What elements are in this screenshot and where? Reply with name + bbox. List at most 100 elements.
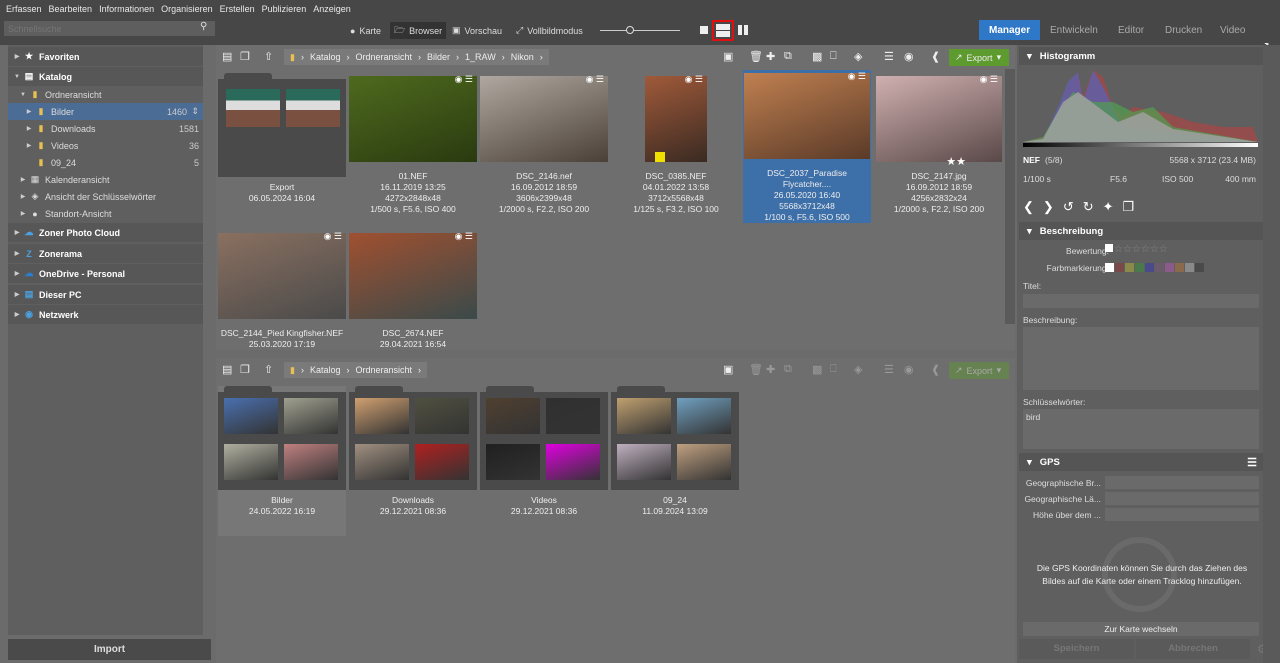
collapsed-arrow-icon[interactable]: ▶	[18, 193, 28, 200]
single-pane-icon[interactable]	[700, 26, 708, 34]
collapsed-arrow-icon[interactable]: ▶	[24, 142, 34, 149]
collapsed-arrow-icon[interactable]: ▶	[12, 53, 22, 60]
folder-thumbnail[interactable]: Export 06.05.2024 16:04	[218, 73, 346, 204]
delete-icon[interactable]: 🗑	[749, 363, 763, 376]
color-swatch[interactable]	[1185, 263, 1194, 272]
new-files-icon[interactable]: ❐	[240, 50, 250, 63]
photo-thumbnail[interactable]: ◉ ☰ DSC_2674.NEF 29.04.2021 16:54	[349, 230, 477, 350]
top-pane-scrollbar[interactable]	[1005, 69, 1015, 324]
share-icon[interactable]: ❰	[931, 50, 940, 63]
color-swatch[interactable]	[1165, 263, 1174, 272]
sidebar-item-bilder[interactable]: ▶ ▮ Bilder 1460 ⇕	[8, 103, 203, 120]
gps-field-input[interactable]	[1105, 508, 1259, 521]
switch-to-map-button[interactable]: Zur Karte wechseln	[1023, 622, 1259, 636]
panel-scrollbar[interactable]	[1263, 45, 1280, 663]
color-swatch[interactable]	[1125, 263, 1134, 272]
no-color-swatch[interactable]	[1105, 263, 1114, 272]
breadcrumb-item[interactable]: Ordneransicht	[355, 52, 412, 62]
description-field[interactable]	[1023, 327, 1259, 390]
collapsed-arrow-icon[interactable]: ▶	[12, 270, 22, 277]
chevron-right-icon[interactable]: ›	[502, 52, 505, 62]
collapsed-arrow-icon[interactable]: ▶	[12, 311, 22, 318]
collapsed-arrow-icon[interactable]: ▶	[18, 210, 28, 217]
sidebar-item-favoriten[interactable]: ▶ ★ Favoriten	[8, 47, 203, 66]
export-button[interactable]: ↗ Export ▾	[949, 362, 1009, 379]
module-tab-drucken[interactable]: Drucken	[1155, 20, 1212, 40]
import-button[interactable]: Import	[8, 639, 211, 660]
keywords-field[interactable]: bird	[1023, 409, 1259, 449]
title-field[interactable]	[1023, 294, 1259, 308]
sort-icon[interactable]: ▤	[222, 363, 232, 376]
photo-thumbnail[interactable]: ◉ ☰ DSC_2037_Paradise Flycatcher.... 26.05…	[743, 70, 871, 223]
color-swatch[interactable]	[1195, 263, 1204, 272]
menu-item[interactable]: Informationen	[99, 4, 154, 14]
adjust-icon[interactable]: ☰	[884, 50, 894, 63]
collapsed-arrow-icon[interactable]: ▶	[24, 125, 34, 132]
menu-icon[interactable]: ☰	[1247, 456, 1257, 469]
chevron-right-icon[interactable]: ›	[540, 52, 543, 62]
sidebar-item-zoner-photo-cloud[interactable]: ▶ ☁ Zoner Photo Cloud	[8, 223, 203, 242]
photo-thumbnail[interactable]: ◉ ☰ DSC_2146.nef 16.09.2012 18:59 3606x2399…	[480, 73, 608, 215]
rotate-right-icon[interactable]: ↻	[1083, 199, 1094, 215]
color-swatch[interactable]	[1115, 263, 1124, 272]
sidebar-item-kalenderansicht[interactable]: ▶ ▦ Kalenderansicht	[8, 171, 203, 188]
view-vollbildmodus[interactable]: ⤢ Vollbildmodus	[512, 22, 587, 39]
gps-field-input[interactable]	[1105, 492, 1259, 505]
select-icon[interactable]: ▣	[723, 363, 733, 376]
previous-icon[interactable]: ❮	[1023, 199, 1034, 215]
collapsed-arrow-icon[interactable]: ▶	[18, 176, 28, 183]
thumbnail-size-slider[interactable]	[600, 30, 680, 31]
save-button[interactable]: Speichern	[1019, 639, 1134, 659]
color-swatch[interactable]	[1155, 263, 1164, 272]
sidebar-item-videos[interactable]: ▶ ▮ Videos 36	[8, 137, 203, 154]
cancel-button[interactable]: Abbrechen	[1136, 639, 1250, 659]
copy-icon[interactable]: ⧉	[784, 50, 792, 63]
breadcrumb-item[interactable]: Bilder	[427, 52, 450, 62]
delete-icon[interactable]: 🗑	[749, 50, 763, 63]
color-swatch[interactable]	[1175, 263, 1184, 272]
breadcrumb-item[interactable]: Ordneransicht	[355, 365, 412, 375]
magic-wand-icon[interactable]: ✦	[1103, 199, 1114, 215]
chevron-right-icon[interactable]: ›	[456, 52, 459, 62]
menu-item[interactable]: Erfassen	[6, 4, 42, 14]
color-swatch[interactable]	[1135, 263, 1144, 272]
breadcrumb-item[interactable]: 1_RAW	[465, 52, 496, 62]
collapsed-arrow-icon[interactable]: ▶	[12, 291, 22, 298]
search-icon[interactable]: ⚲	[200, 21, 207, 32]
sidebar-item-katalog[interactable]: ▼ ▤ Katalog	[8, 67, 203, 86]
adjust-icon[interactable]: ☰	[884, 363, 894, 376]
description-header[interactable]: ▾ Beschreibung	[1019, 222, 1263, 240]
sidebar-item-zonerama[interactable]: ▶ Z Zonerama	[8, 244, 203, 263]
view-karte[interactable]: ● Karte	[346, 22, 385, 39]
photo-thumbnail[interactable]: ◉ ☰ DSC_2144_Pied Kingfisher.NEF 25.03.202…	[218, 230, 346, 350]
sort-icon[interactable]: ▤	[222, 50, 232, 63]
folder-thumbnail[interactable]: Videos 29.12.2021 08:36	[480, 386, 608, 517]
photo-thumbnail[interactable]: ◉ ☰ 01.NEF 16.11.2019 13:25 4272x2848x48 1/5…	[349, 73, 477, 215]
photo-thumbnail[interactable]: ◉ ☰ DSC_0385.NEF 04.01.2022 13:58 3712x5568…	[612, 73, 740, 215]
edit-copy-icon[interactable]: ❐	[1123, 199, 1135, 215]
module-tab-editor[interactable]: Editor	[1108, 20, 1154, 40]
rename-icon[interactable]: ⎕	[830, 50, 837, 63]
folder-up-icon[interactable]: ⇧	[264, 363, 273, 376]
sidebar-item-downloads[interactable]: ▶ ▮ Downloads 1581	[8, 120, 203, 137]
dropdown-icon[interactable]: ▾	[997, 52, 1002, 63]
module-tab-entwickeln[interactable]: Entwickeln	[1040, 20, 1108, 40]
edit-icon[interactable]: ◉	[904, 363, 914, 376]
split-vertical-icon[interactable]	[738, 25, 742, 35]
new-files-icon[interactable]: ❐	[240, 363, 250, 376]
sidebar-item-dieser-pc[interactable]: ▶ ▤ Dieser PC	[8, 285, 203, 304]
share-icon[interactable]: ❰	[931, 363, 940, 376]
slider-handle[interactable]	[626, 26, 634, 34]
gps-field-input[interactable]	[1105, 476, 1259, 489]
copy-icon[interactable]: ⧉	[784, 363, 792, 376]
collapsed-arrow-icon[interactable]: ▶	[12, 229, 22, 236]
menu-item[interactable]: Erstellen	[220, 4, 255, 14]
gps-header[interactable]: ▾ GPS ☰	[1019, 453, 1263, 471]
module-tab-manager[interactable]: Manager	[979, 20, 1041, 40]
expanded-arrow-icon[interactable]: ▼	[18, 92, 28, 98]
menu-item[interactable]: Publizieren	[262, 4, 307, 14]
collapsed-arrow-icon[interactable]: ▶	[12, 250, 22, 257]
breadcrumb-item[interactable]: Nikon	[511, 52, 534, 62]
rename-icon[interactable]: ⎕	[830, 363, 837, 376]
chevron-right-icon[interactable]: ›	[346, 52, 349, 62]
